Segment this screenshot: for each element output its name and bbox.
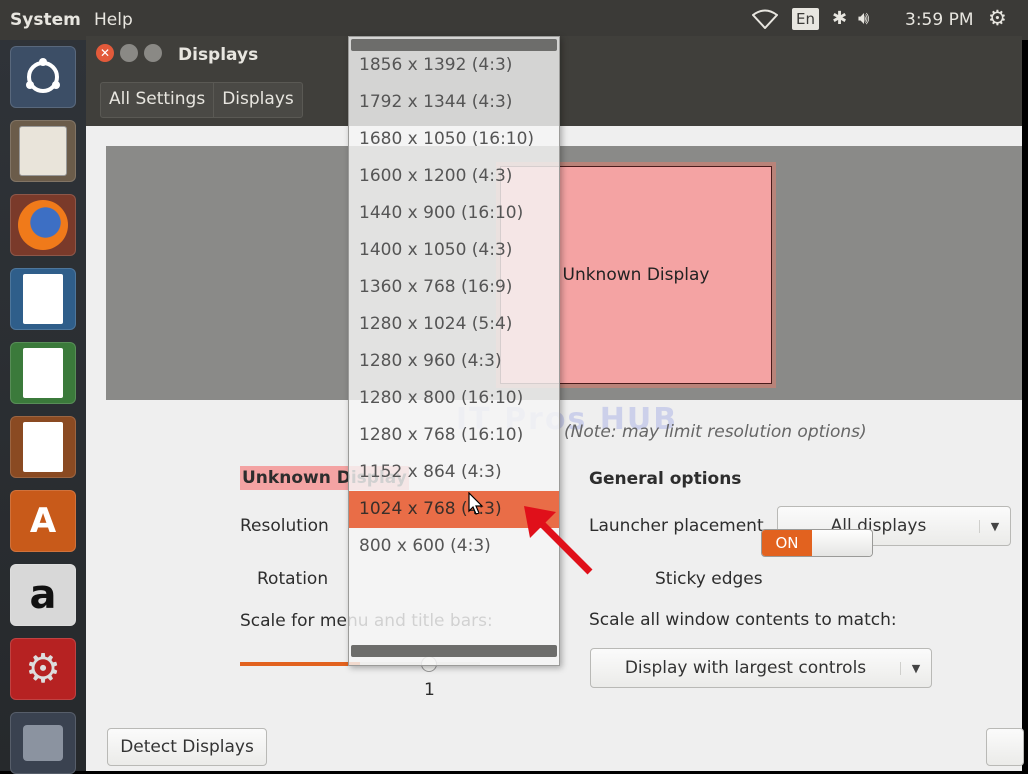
toggle-on-label: ON [762,530,812,556]
breadcrumb-displays[interactable]: Displays [214,83,302,117]
wifi-icon[interactable] [751,9,779,34]
ubuntu-dash-icon[interactable] [10,46,76,108]
scale-slider-fill [240,662,360,666]
firefox-icon[interactable] [10,194,76,256]
launcher-placement-label: Launcher placement [589,516,764,536]
resolution-option[interactable]: 1280 x 960 (4:3) [349,343,559,380]
scale-all-combo[interactable]: Display with largest controls ▼ [590,648,932,688]
resolution-option[interactable]: 1360 x 768 (16:9) [349,269,559,306]
software-center-icon[interactable]: A [10,490,76,552]
annotation-arrow-icon [520,500,600,584]
display-preview-area: Unknown Display [106,146,1022,400]
monitor-label: Unknown Display [562,265,710,285]
keyboard-layout-indicator[interactable]: En [792,8,819,30]
resolution-option[interactable]: 1440 x 900 (16:10) [349,195,559,232]
scale-all-value: Display with largest controls [624,658,867,678]
gear-icon[interactable]: ⚙ [988,6,1007,30]
system-settings-icon[interactable]: ⚙ [10,638,76,700]
sticky-edges-label: Sticky edges [655,569,763,589]
writer-icon[interactable] [10,268,76,330]
detect-displays-label: Detect Displays [120,737,254,757]
sticky-edges-toggle[interactable]: ON [761,529,873,557]
window-title: Displays [178,45,259,65]
resolution-option[interactable]: 1792 x 1344 (4:3) [349,84,559,121]
close-icon[interactable]: ✕ [96,44,114,62]
maximize-icon[interactable] [144,44,162,62]
top-panel: System Help En ✱ 🔊︎ 3:59 PM ⚙ [0,0,1028,40]
files-icon[interactable] [10,120,76,182]
amazon-icon[interactable]: a [10,564,76,626]
detect-displays-button[interactable]: Detect Displays [107,728,267,766]
scroll-down-arrow[interactable] [351,645,557,657]
mouse-cursor-icon [468,491,484,520]
rotation-label: Rotation [257,569,329,589]
minimize-icon[interactable] [120,44,138,62]
resolution-option[interactable]: 1280 x 768 (16:10) [349,417,559,454]
apply-button[interactable] [986,728,1024,766]
breadcrumb: All Settings Displays [100,82,303,118]
resolution-option[interactable]: 1280 x 800 (16:10) [349,380,559,417]
resolution-option[interactable]: 1152 x 864 (4:3) [349,454,559,491]
clock[interactable]: 3:59 PM [905,10,974,30]
general-options-title: General options [589,469,742,489]
resolution-option[interactable]: 1856 x 1392 (4:3) [349,47,559,84]
bluetooth-icon[interactable]: ✱ [832,8,847,29]
breadcrumb-all-settings[interactable]: All Settings [101,83,215,117]
resolution-label: Resolution [240,516,329,536]
launcher: A a ⚙ [0,40,86,774]
resolution-option[interactable]: 1680 x 1050 (16:10) [349,121,559,158]
resolution-option[interactable]: 1600 x 1200 (4:3) [349,158,559,195]
volume-icon[interactable]: 🔊︎ [858,8,869,29]
resolution-option[interactable]: 1400 x 1050 (4:3) [349,232,559,269]
menu-system[interactable]: System [10,10,81,30]
resolution-option[interactable]: 1280 x 1024 (5:4) [349,306,559,343]
menu-help[interactable]: Help [94,10,133,30]
chevron-down-icon: ▼ [900,661,931,675]
impress-icon[interactable] [10,416,76,478]
chevron-down-icon: ▼ [979,519,1010,533]
scale-all-label: Scale all window contents to match: [589,610,897,630]
scale-value: 1 [424,680,435,700]
trash-icon[interactable] [10,712,76,774]
toggle-knob [812,530,872,556]
calc-icon[interactable] [10,342,76,404]
resolution-note: (Note: may limit resolution options) [564,422,867,442]
